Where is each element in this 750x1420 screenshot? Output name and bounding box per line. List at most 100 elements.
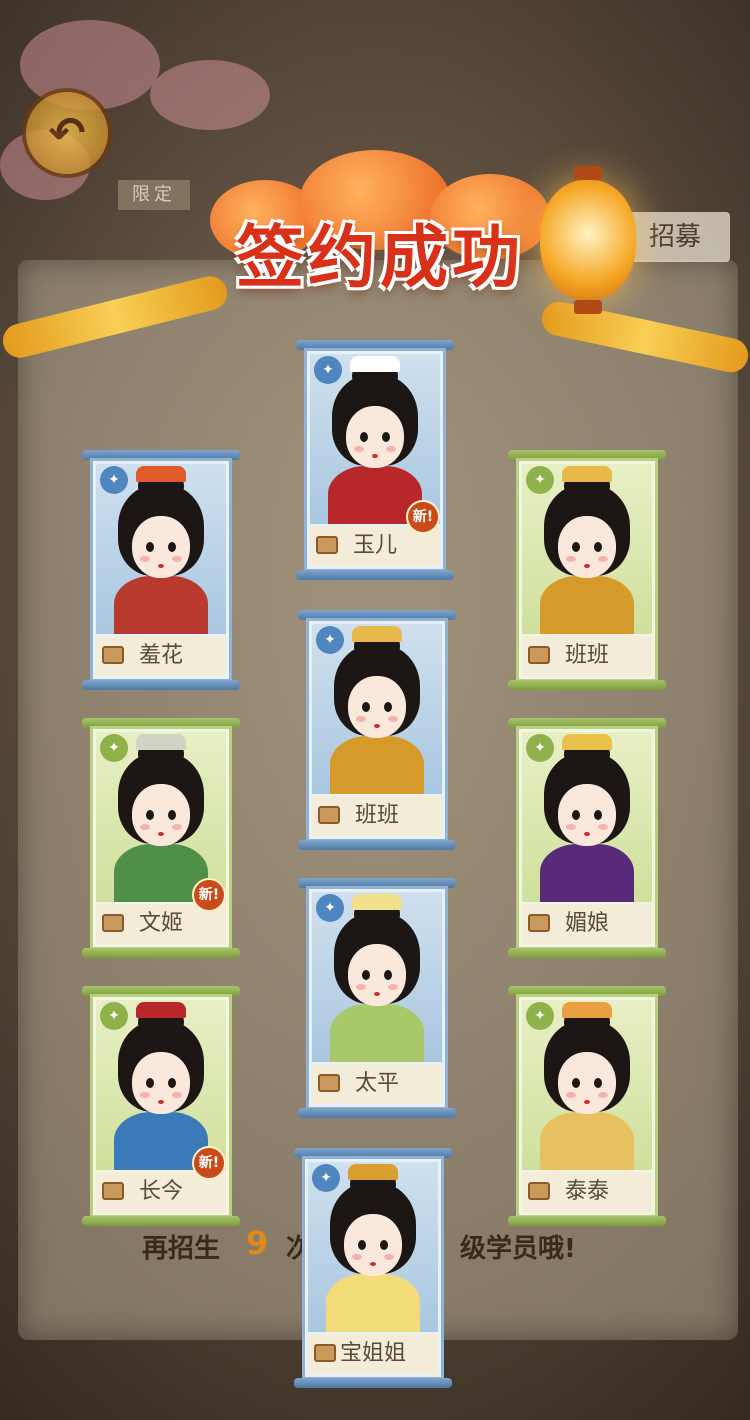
portrait-eye [146,810,154,820]
portrait-blush [566,824,576,830]
blossom-decoration [20,20,160,110]
character-card-yuer[interactable]: ✦ 玉儿 新! [296,340,454,580]
scroll-rod-bottom [82,680,240,690]
new-badge: 新! [192,878,226,912]
scroll-rod-bottom [298,840,456,850]
portrait-mouth [158,564,164,568]
portrait-blush [140,824,150,830]
portrait-eye [362,970,370,980]
footer-text-after: 级学员哦! [460,1234,576,1264]
character-card-taiping[interactable]: ✦ 太平 [298,878,456,1118]
scroll-rod-bottom [294,1378,452,1388]
portrait-mouth [584,564,590,568]
portrait-face [348,944,406,1006]
character-card-meiniang[interactable]: ✦ 媚娘 [508,718,666,958]
scroll-rod-bottom [508,948,666,958]
portrait-blush [356,984,366,990]
character-name: 班班 [354,803,399,828]
portrait-robe [540,576,634,634]
character-name: 宝姐姐 [339,1341,406,1366]
portrait-robe [540,1112,634,1170]
pendant-icon: ✦ [312,1164,340,1192]
character-name: 泰泰 [564,1179,609,1204]
portrait-face [348,676,406,738]
portrait-mouth [158,832,164,836]
portrait-robe [540,844,634,902]
character-card-banban2[interactable]: ✦ 班班 [298,610,456,850]
pouch-icon: ✦ [526,466,554,494]
back-button[interactable]: ↶ [26,92,108,174]
portrait-eye [572,810,580,820]
character-name: 太平 [354,1071,399,1096]
scroll-rod-bottom [298,1108,456,1118]
portrait-eye [384,970,392,980]
portrait-eye [594,810,602,820]
character-card-baojiejie[interactable]: ✦ 宝姐姐 [294,1148,452,1388]
scroll-rod-bottom [82,1216,240,1226]
portrait-eye [362,702,370,712]
portrait-eye [594,542,602,552]
character-card-taitai[interactable]: ✦ 泰泰 [508,986,666,1226]
portrait-face [558,1052,616,1114]
character-card-banban1[interactable]: ✦ 班班 [508,450,666,690]
lantern-decoration [540,166,636,314]
portrait-blush [566,1092,576,1098]
portrait-robe [114,576,208,634]
portrait-blush [386,446,396,452]
pouch-icon: ✦ [100,734,128,762]
portrait-eye [572,542,580,552]
portrait-headdress [136,1002,186,1018]
portrait-eye [384,702,392,712]
character-name: 班班 [564,643,609,668]
portrait-eye [358,1240,366,1250]
portrait-blush [356,716,366,722]
pouch-icon: ✦ [316,626,344,654]
character-card-wenji[interactable]: ✦ 文姬 新! [82,718,240,958]
scroll-rod-bottom [82,948,240,958]
portrait-robe [330,736,424,794]
portrait-eye [360,432,368,442]
portrait-blush [598,824,608,830]
portrait-face [132,516,190,578]
recruit-tab[interactable]: 招募 [620,212,730,262]
portrait-headdress [350,356,400,372]
ruler-icon: ✦ [526,734,554,762]
success-banner: 签约成功 [190,150,570,300]
portrait-eye [380,1240,388,1250]
footer-text-before: 再招生 [142,1234,221,1264]
new-badge: 新! [192,1146,226,1180]
portrait-headdress [352,626,402,642]
character-card-changjin[interactable]: ✦ 长今 新! [82,986,240,1226]
portrait-face [132,1052,190,1114]
sign-success-title: 签约成功 [235,218,524,298]
portrait-headdress [562,1002,612,1018]
portrait-headdress [136,734,186,750]
ruler-icon: ✦ [526,1002,554,1030]
portrait-blush [354,446,364,452]
portrait-blush [352,1254,362,1260]
portrait-blush [598,556,608,562]
scroll-rod-bottom [508,680,666,690]
character-card-xiuhua[interactable]: ✦ 羞花 [82,450,240,690]
portrait-headdress [348,1164,398,1180]
portrait-eye [572,1078,580,1088]
portrait-robe [330,1004,424,1062]
portrait-eye [146,1078,154,1088]
portrait-mouth [374,992,380,996]
portrait-eye [168,810,176,820]
portrait-face [132,784,190,846]
portrait-mouth [584,1100,590,1104]
new-badge: 新! [406,500,440,534]
portrait-robe [326,1274,420,1332]
scroll-rod-bottom [508,1216,666,1226]
blossom-decoration [150,60,270,130]
footer-count: 9 [246,1224,269,1262]
portrait-eye [382,432,390,442]
scroll-rod-bottom [296,570,454,580]
portrait-blush [384,1254,394,1260]
portrait-blush [172,1092,182,1098]
portrait-blush [566,556,576,562]
portrait-face [346,406,404,468]
portrait-mouth [370,1262,376,1266]
pendant-icon: ✦ [100,1002,128,1030]
